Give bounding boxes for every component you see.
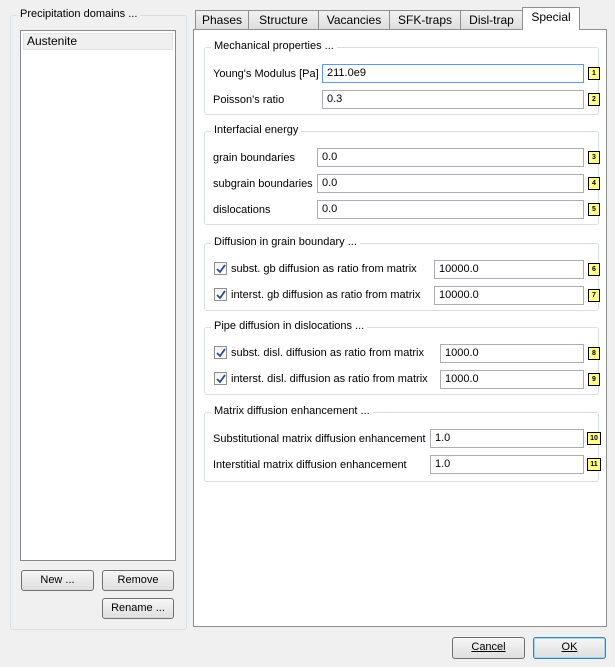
subgrain-boundaries-field[interactable]: 0.0 — [317, 174, 584, 193]
badge-10: 10 — [587, 432, 601, 445]
interst-matrix-diffusion-label: Interstitial matrix diffusion enhancemen… — [213, 459, 407, 471]
subgrain-boundaries-label: subgrain boundaries — [213, 178, 313, 190]
tab-disl-trap[interactable]: Disl-trap — [460, 10, 523, 30]
gb-diffusion-title: Diffusion in grain boundary ... — [211, 236, 360, 248]
ok-button-label: OK — [561, 641, 578, 653]
badge-2: 2 — [588, 93, 600, 106]
badge-7: 7 — [588, 289, 600, 302]
interst-gb-diffusion-field[interactable]: 10000.0 — [434, 286, 584, 305]
interst-gb-diffusion-checkbox[interactable] — [214, 288, 227, 301]
new-domain-button-label: New ... — [40, 574, 75, 586]
pipe-diffusion-title: Pipe diffusion in dislocations ... — [211, 320, 368, 332]
tab-sfk-traps[interactable]: SFK-traps — [389, 10, 461, 30]
subst-gb-diffusion-label: subst. gb diffusion as ratio from matrix — [231, 263, 417, 275]
badge-3: 3 — [588, 151, 600, 164]
subst-matrix-diffusion-field[interactable]: 1.0 — [430, 429, 584, 448]
ok-button[interactable]: OK — [533, 637, 606, 659]
checkmark-icon — [216, 264, 226, 274]
subst-matrix-diffusion-label: Substitutional matrix diffusion enhancem… — [213, 433, 426, 445]
interst-gb-diffusion-label: interst. gb diffusion as ratio from matr… — [231, 289, 421, 301]
interst-disl-diffusion-field[interactable]: 1000.0 — [440, 370, 584, 389]
tab-special[interactable]: Special — [522, 7, 580, 30]
badge-6: 6 — [588, 263, 600, 276]
grain-boundaries-label: grain boundaries — [213, 152, 295, 164]
matrix-diffusion-group: Matrix diffusion enhancement ... Substit… — [204, 405, 601, 482]
subst-disl-diffusion-field[interactable]: 1000.0 — [440, 344, 584, 363]
list-item[interactable]: Austenite — [23, 33, 173, 50]
subst-gb-diffusion-checkbox[interactable] — [214, 262, 227, 275]
matrix-diffusion-title: Matrix diffusion enhancement ... — [211, 405, 373, 417]
youngs-modulus-label: Young's Modulus [Pa] — [213, 68, 319, 80]
remove-domain-button-label: Remove — [117, 574, 159, 586]
checkmark-icon — [216, 374, 226, 384]
badge-4: 4 — [588, 177, 600, 190]
subst-disl-diffusion-label: subst. disl. diffusion as ratio from mat… — [231, 347, 424, 359]
interst-disl-diffusion-checkbox[interactable] — [214, 372, 227, 385]
cancel-button[interactable]: Cancel — [452, 637, 525, 659]
gb-diffusion-group: Diffusion in grain boundary ... subst. g… — [204, 236, 600, 311]
tab-structure[interactable]: Structure — [248, 10, 319, 30]
interst-disl-diffusion-label: interst. disl. diffusion as ratio from m… — [231, 373, 428, 385]
cancel-button-label: Cancel — [471, 641, 506, 653]
mechanical-properties-title: Mechanical properties ... — [211, 40, 337, 52]
poissons-ratio-label: Poisson's ratio — [213, 94, 285, 106]
remove-domain-button[interactable]: Remove — [102, 570, 174, 591]
new-domain-button[interactable]: New ... — [21, 570, 94, 591]
tab-strip: Phases Structure Vacancies SFK-traps Dis… — [193, 7, 613, 30]
precipitation-domains-title: Precipitation domains ... — [17, 8, 141, 20]
badge-11: 11 — [587, 458, 601, 471]
youngs-modulus-field[interactable]: 211.0e9 — [322, 64, 584, 83]
dislocations-label: dislocations — [213, 204, 271, 216]
dislocations-field[interactable]: 0.0 — [317, 200, 584, 219]
subst-gb-diffusion-field[interactable]: 10000.0 — [434, 260, 584, 279]
badge-9: 9 — [588, 373, 600, 386]
special-tab-panel: Mechanical properties ... Young's Modulu… — [193, 29, 607, 627]
badge-8: 8 — [588, 347, 600, 360]
poissons-ratio-field[interactable]: 0.3 — [322, 90, 584, 109]
precipitation-domains-list[interactable]: Austenite — [20, 30, 176, 561]
badge-5: 5 — [588, 203, 600, 216]
pipe-diffusion-group: Pipe diffusion in dislocations ... subst… — [204, 320, 600, 395]
mechanical-properties-group: Mechanical properties ... Young's Modulu… — [204, 40, 600, 115]
checkmark-icon — [216, 348, 226, 358]
interst-matrix-diffusion-field[interactable]: 1.0 — [430, 455, 584, 474]
checkmark-icon — [216, 290, 226, 300]
rename-domain-button[interactable]: Rename ... — [102, 598, 174, 619]
tab-vacancies[interactable]: Vacancies — [318, 10, 390, 30]
interfacial-energy-title: Interfacial energy — [211, 124, 302, 136]
subst-disl-diffusion-checkbox[interactable] — [214, 346, 227, 359]
interfacial-energy-group: Interfacial energy grain boundaries 0.0 … — [204, 124, 600, 225]
grain-boundaries-field[interactable]: 0.0 — [317, 148, 584, 167]
badge-1: 1 — [588, 67, 600, 80]
tab-phases[interactable]: Phases — [195, 10, 249, 30]
rename-domain-button-label: Rename ... — [111, 602, 165, 614]
